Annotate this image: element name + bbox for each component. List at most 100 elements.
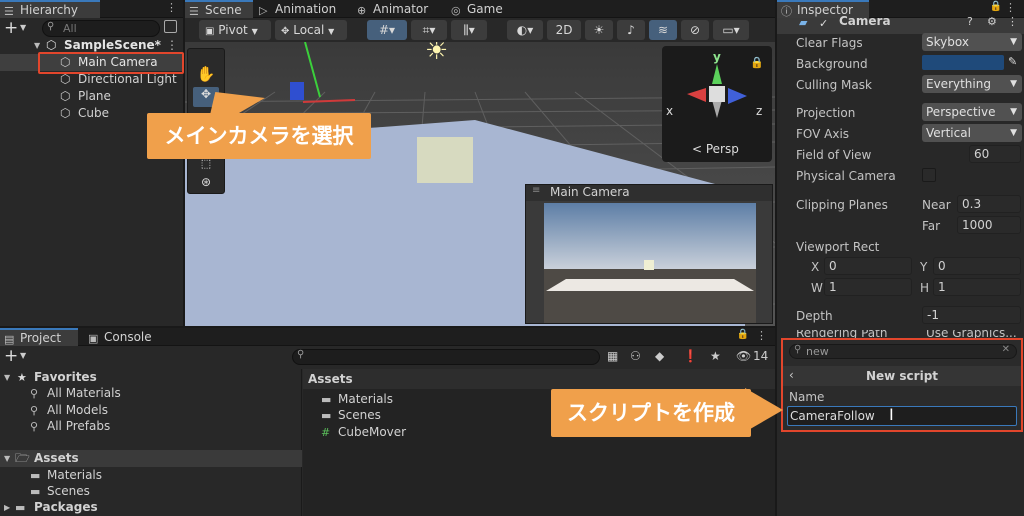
assets-row[interactable]: ▼ 🗁 Assets <box>0 450 302 467</box>
search-options-icon[interactable] <box>164 20 177 33</box>
enabled-checkbox[interactable]: ✓ <box>819 17 828 30</box>
popup-search-input[interactable]: ⚲ new ✕ <box>789 344 1017 359</box>
lock-icon[interactable]: 🔒 <box>750 56 764 69</box>
content-item[interactable]: ▬ Materials <box>303 391 543 408</box>
tab-scene[interactable]: ☰ Scene <box>185 0 253 18</box>
scene-camera-icon[interactable]: ▭▾ <box>713 20 749 40</box>
search-by-type-icon[interactable]: ▦ <box>607 349 618 363</box>
camera-preview-render <box>544 203 756 323</box>
shading-mode-button[interactable]: ◐▾ <box>507 20 543 40</box>
search-by-label-icon[interactable]: ⚇ <box>630 349 641 363</box>
favorite-label: All Materials <box>47 386 121 400</box>
favorite-star-icon[interactable]: ★ <box>710 349 721 363</box>
grid-visibility-button[interactable]: ⫼▾ <box>451 20 487 40</box>
tab-hierarchy[interactable]: ☰ Hierarchy <box>0 0 100 18</box>
tab-console[interactable]: ▣ Console <box>84 328 168 346</box>
background-color-field[interactable] <box>922 55 1004 70</box>
persp-label[interactable]: < Persp <box>692 142 739 156</box>
projection-dropdown[interactable]: Perspective ▼ <box>922 103 1022 121</box>
viewport-y-label: Y <box>920 260 928 274</box>
favorite-item[interactable]: ⚲ All Materials <box>0 385 302 402</box>
folder-label: Materials <box>47 468 103 482</box>
expand-arrow-icon[interactable]: ▼ <box>4 450 10 467</box>
audio-toggle-icon[interactable]: ♪ <box>617 20 645 40</box>
hidden-packages-count: 14 <box>753 349 769 363</box>
content-item[interactable]: # CubeMover <box>303 424 543 441</box>
viewport-h-input[interactable]: 1 <box>933 278 1021 296</box>
chevron-down-icon[interactable]: ▼ <box>20 351 26 360</box>
fov-axis-dropdown[interactable]: Vertical ▼ <box>922 124 1022 142</box>
more-options-icon[interactable]: ⋮ <box>756 329 767 342</box>
hidden-objects-icon[interactable]: ⊘ <box>681 20 709 40</box>
warning-filter-icon[interactable]: ❗ <box>683 349 698 363</box>
eyedropper-icon[interactable]: ✎ <box>1008 55 1017 68</box>
lock-icon[interactable]: 🔒 <box>737 329 749 340</box>
add-icon[interactable]: + <box>4 18 18 38</box>
settings-icon[interactable]: ⚙ <box>987 15 997 28</box>
help-icon[interactable]: ? <box>967 15 973 28</box>
increment-snap-button[interactable]: ⌗▾ <box>411 20 447 40</box>
tab-project[interactable]: ▤ Project <box>0 328 78 346</box>
favorite-item[interactable]: ⚲ All Models <box>0 402 302 419</box>
script-name-input[interactable]: CameraFollow I <box>787 405 1017 426</box>
tab-animator[interactable]: ⊕ Animator <box>353 0 445 18</box>
camera-gizmo[interactable] <box>290 82 304 100</box>
content-item-label: Materials <box>338 392 394 406</box>
transform-tool-icon[interactable]: ⊛ <box>193 175 219 193</box>
more-options-icon[interactable]: ⋮ <box>1005 1 1016 14</box>
field-of-view-input[interactable]: 60 <box>969 145 1021 163</box>
effects-toggle-icon[interactable]: ≋ <box>649 20 677 40</box>
near-input[interactable]: 0.3 <box>957 195 1021 213</box>
hierarchy-item-plane[interactable]: ⬡ Plane <box>0 88 183 105</box>
viewport-x-input[interactable]: 0 <box>824 257 912 275</box>
expand-arrow-icon[interactable]: ▼ <box>4 369 10 386</box>
tab-game[interactable]: ◎ Game <box>447 0 527 18</box>
viewport-w-input[interactable]: 1 <box>824 278 912 296</box>
clear-search-icon[interactable]: ✕ <box>1002 344 1010 355</box>
local-dropdown[interactable]: ✥ Local ▼ <box>275 20 347 40</box>
scene-panel: ☰ Scene ▷ Animation ⊕ Animator ◎ Game ▣ … <box>185 0 775 326</box>
tab-animation[interactable]: ▷ Animation <box>255 0 351 18</box>
hand-tool-icon[interactable]: ✋ <box>193 65 219 85</box>
cube-object[interactable] <box>417 137 473 183</box>
search-input[interactable]: ⚲ All <box>42 20 160 37</box>
chevron-down-icon: ▼ <box>251 27 258 36</box>
fov-axis-label: FOV Axis <box>796 127 850 141</box>
clear-flags-dropdown[interactable]: Skybox ▼ <box>922 33 1022 51</box>
callout-create-script: スクリプトを作成 <box>551 389 751 437</box>
2d-toggle-button[interactable]: 2D <box>547 20 581 40</box>
viewport-x-label: X <box>811 260 820 274</box>
search-icon: ⚲ <box>297 349 305 360</box>
project-search-input[interactable]: ⚲ <box>292 349 600 365</box>
physical-camera-checkbox[interactable] <box>922 168 936 182</box>
pivot-dropdown[interactable]: ▣ Pivot ▼ <box>199 20 271 40</box>
orientation-gizmo[interactable]: 🔒 y x z < Persp <box>662 46 772 162</box>
grid-snap-button[interactable]: #▾ <box>367 20 407 40</box>
expand-arrow-icon[interactable]: ▶ <box>4 499 10 516</box>
folder-icon: ▬ <box>15 501 26 514</box>
lock-icon[interactable]: 🔒 <box>990 1 1002 12</box>
favorite-item[interactable]: ⚲ All Prefabs <box>0 418 302 435</box>
camera-component-header[interactable]: ▰ ✓ Camera ? ⚙ ⋮ <box>777 14 1024 34</box>
hidden-packages-icon[interactable]: 👁 <box>736 349 751 363</box>
chevron-down-icon[interactable]: ▼ <box>20 23 26 32</box>
rendering-path-value: Use Graphics... <box>926 330 1017 338</box>
culling-mask-dropdown[interactable]: Everything ▼ <box>922 75 1022 93</box>
favorites-row[interactable]: ▼ ★ Favorites <box>0 369 302 386</box>
lighting-toggle-icon[interactable]: ☀ <box>585 20 613 40</box>
depth-input[interactable]: -1 <box>922 306 1021 324</box>
tag-icon[interactable]: ◆ <box>655 349 664 363</box>
viewport-y-input[interactable]: 0 <box>933 257 1021 275</box>
content-item[interactable]: ▬ Scenes <box>303 407 543 424</box>
assets-folder-item[interactable]: ▬ Scenes <box>0 483 302 500</box>
far-input[interactable]: 1000 <box>957 216 1021 234</box>
more-options-icon[interactable]: ⋮ <box>1007 15 1018 28</box>
directional-light-icon[interactable]: ☀ <box>425 42 448 66</box>
add-icon[interactable]: + <box>4 346 18 366</box>
more-options-icon[interactable]: ⋮ <box>166 1 177 14</box>
packages-row[interactable]: ▶ ▬ Packages <box>0 499 302 516</box>
rendering-path-row-clip: Rendering Path Use Graphics... <box>777 330 1024 338</box>
viewport-rect-label: Viewport Rect <box>796 240 880 254</box>
rect-tool-icon[interactable]: ⬚ <box>193 157 219 173</box>
assets-folder-item[interactable]: ▬ Materials <box>0 467 302 484</box>
